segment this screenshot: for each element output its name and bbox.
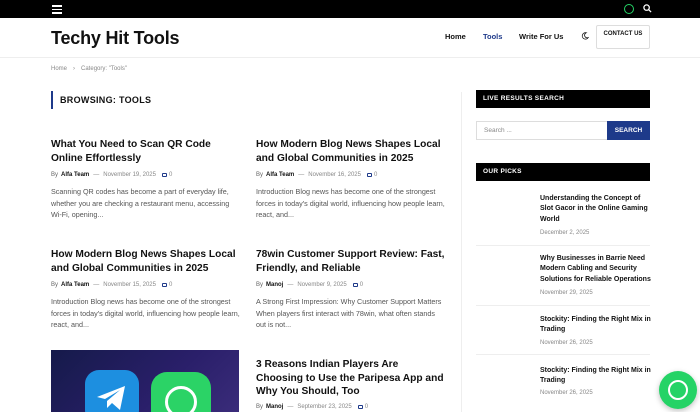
pick-title[interactable]: Stockity: Finding the Right Mix in Tradi…	[540, 315, 652, 336]
whatsapp-icon	[668, 380, 688, 400]
post-date: November 19, 2025	[103, 172, 156, 178]
whatsapp-logo-icon	[151, 372, 211, 412]
post-author[interactable]: Manoj	[266, 404, 283, 410]
moon-icon[interactable]	[581, 32, 589, 40]
post-meta: By Alfa Team — November 15, 2025 0	[51, 282, 173, 288]
contact-us-button[interactable]: CONTACT US	[596, 25, 650, 49]
pick-date: December 2, 2025	[540, 230, 590, 236]
post-excerpt: Introduction Blog news has become one of…	[51, 297, 240, 329]
post-thumbnail[interactable]	[51, 350, 239, 412]
breadcrumb-current: Category: "Tools"	[81, 66, 127, 72]
post-meta: By Manoj — September 23, 2025 0	[256, 403, 369, 410]
post-title[interactable]: How Modern Blog News Shapes Local and Gl…	[256, 138, 446, 165]
post-title[interactable]: What You Need to Scan QR Code Online Eff…	[51, 138, 241, 165]
post-excerpt: A Strong First Impression: Why Customer …	[256, 297, 442, 329]
pick-title[interactable]: Understanding the Concept of Slot Gacor …	[540, 194, 652, 225]
post-card: 78win Customer Support Review: Fast, Fri…	[256, 248, 446, 331]
comment-icon	[161, 283, 167, 287]
pick-date: November 26, 2025	[540, 390, 593, 396]
archive-heading: BROWSING: TOOLS	[51, 91, 151, 109]
comment-icon	[366, 173, 372, 177]
comment-count[interactable]: 0	[352, 282, 363, 288]
comment-icon	[161, 173, 167, 177]
post-excerpt: Introduction Blog news has become one of…	[256, 187, 445, 219]
site-logo[interactable]: Techy Hit Tools	[51, 28, 180, 49]
nav-write-for-us[interactable]: Write For Us	[519, 32, 563, 41]
post-author[interactable]: Manoj	[266, 282, 283, 288]
top-bar	[0, 0, 700, 18]
comment-icon	[352, 283, 358, 287]
post-date: November 15, 2025	[103, 282, 156, 288]
post-title[interactable]: How Modern Blog News Shapes Local and Gl…	[51, 248, 241, 275]
comment-count[interactable]: 0	[366, 172, 377, 178]
post-meta: By Alfa Team — November 16, 2025 0	[256, 172, 378, 178]
pick-item[interactable]: Why Businesses in Barrie Need Modern Cab…	[476, 250, 652, 306]
nav-tools[interactable]: Tools	[483, 32, 502, 41]
post-date: November 16, 2025	[308, 172, 361, 178]
search-button[interactable]: SEARCH	[607, 121, 650, 140]
pick-item[interactable]: Stockity: Finding the Right Mix in Tradi…	[476, 311, 652, 355]
post-date: November 9, 2025	[297, 282, 347, 288]
pick-title[interactable]: Why Businesses in Barrie Need Modern Cab…	[540, 254, 652, 285]
post-author[interactable]: Alfa Team	[61, 172, 89, 178]
comment-count[interactable]: 0	[357, 404, 368, 410]
post-title[interactable]: 78win Customer Support Review: Fast, Fri…	[256, 248, 446, 275]
post-card: What You Need to Scan QR Code Online Eff…	[51, 138, 241, 221]
our-picks-heading: OUR PICKS	[476, 163, 650, 181]
post-date: September 23, 2025	[297, 403, 352, 410]
search-icon[interactable]	[643, 4, 652, 13]
post-card: How Modern Blog News Shapes Local and Gl…	[256, 138, 446, 221]
post-author[interactable]: Alfa Team	[266, 172, 294, 178]
telegram-icon	[85, 370, 139, 412]
comment-icon	[357, 404, 363, 409]
breadcrumb: Home › Category: "Tools"	[51, 66, 127, 72]
pick-item[interactable]: Stockity: Finding the Right Mix in Tradi…	[476, 362, 652, 406]
whatsapp-icon[interactable]	[624, 4, 634, 14]
pick-date: November 29, 2025	[540, 290, 593, 296]
live-search-heading: LIVE RESULTS SEARCH	[476, 90, 650, 108]
chevron-right-icon: ›	[73, 66, 76, 72]
pick-title[interactable]: Stockity: Finding the Right Mix in Tradi…	[540, 366, 652, 387]
post-title[interactable]: 3 Reasons Indian Players Are Choosing to…	[256, 358, 446, 399]
search-input[interactable]: Search ...	[476, 121, 608, 140]
breadcrumb-home[interactable]: Home	[51, 66, 67, 72]
post-card: 3 Reasons Indian Players Are Choosing to…	[256, 358, 446, 410]
whatsapp-chat-button[interactable]	[659, 371, 697, 409]
pick-date: November 26, 2025	[540, 340, 593, 346]
site-header: Techy Hit Tools Home Tools Write For Us …	[0, 18, 700, 58]
pick-item[interactable]: Understanding the Concept of Slot Gacor …	[476, 190, 650, 246]
comment-count[interactable]: 0	[161, 172, 172, 178]
menu-icon[interactable]	[52, 5, 62, 14]
post-excerpt: Scanning QR codes has become a part of e…	[51, 187, 230, 219]
post-meta: By Alfa Team — November 19, 2025 0	[51, 172, 173, 178]
post-meta: By Manoj — November 9, 2025 0	[256, 282, 364, 288]
nav-home[interactable]: Home	[445, 32, 466, 41]
column-divider	[461, 92, 462, 412]
comment-count[interactable]: 0	[161, 282, 172, 288]
post-author[interactable]: Alfa Team	[61, 282, 89, 288]
post-card: How Modern Blog News Shapes Local and Gl…	[51, 248, 241, 331]
